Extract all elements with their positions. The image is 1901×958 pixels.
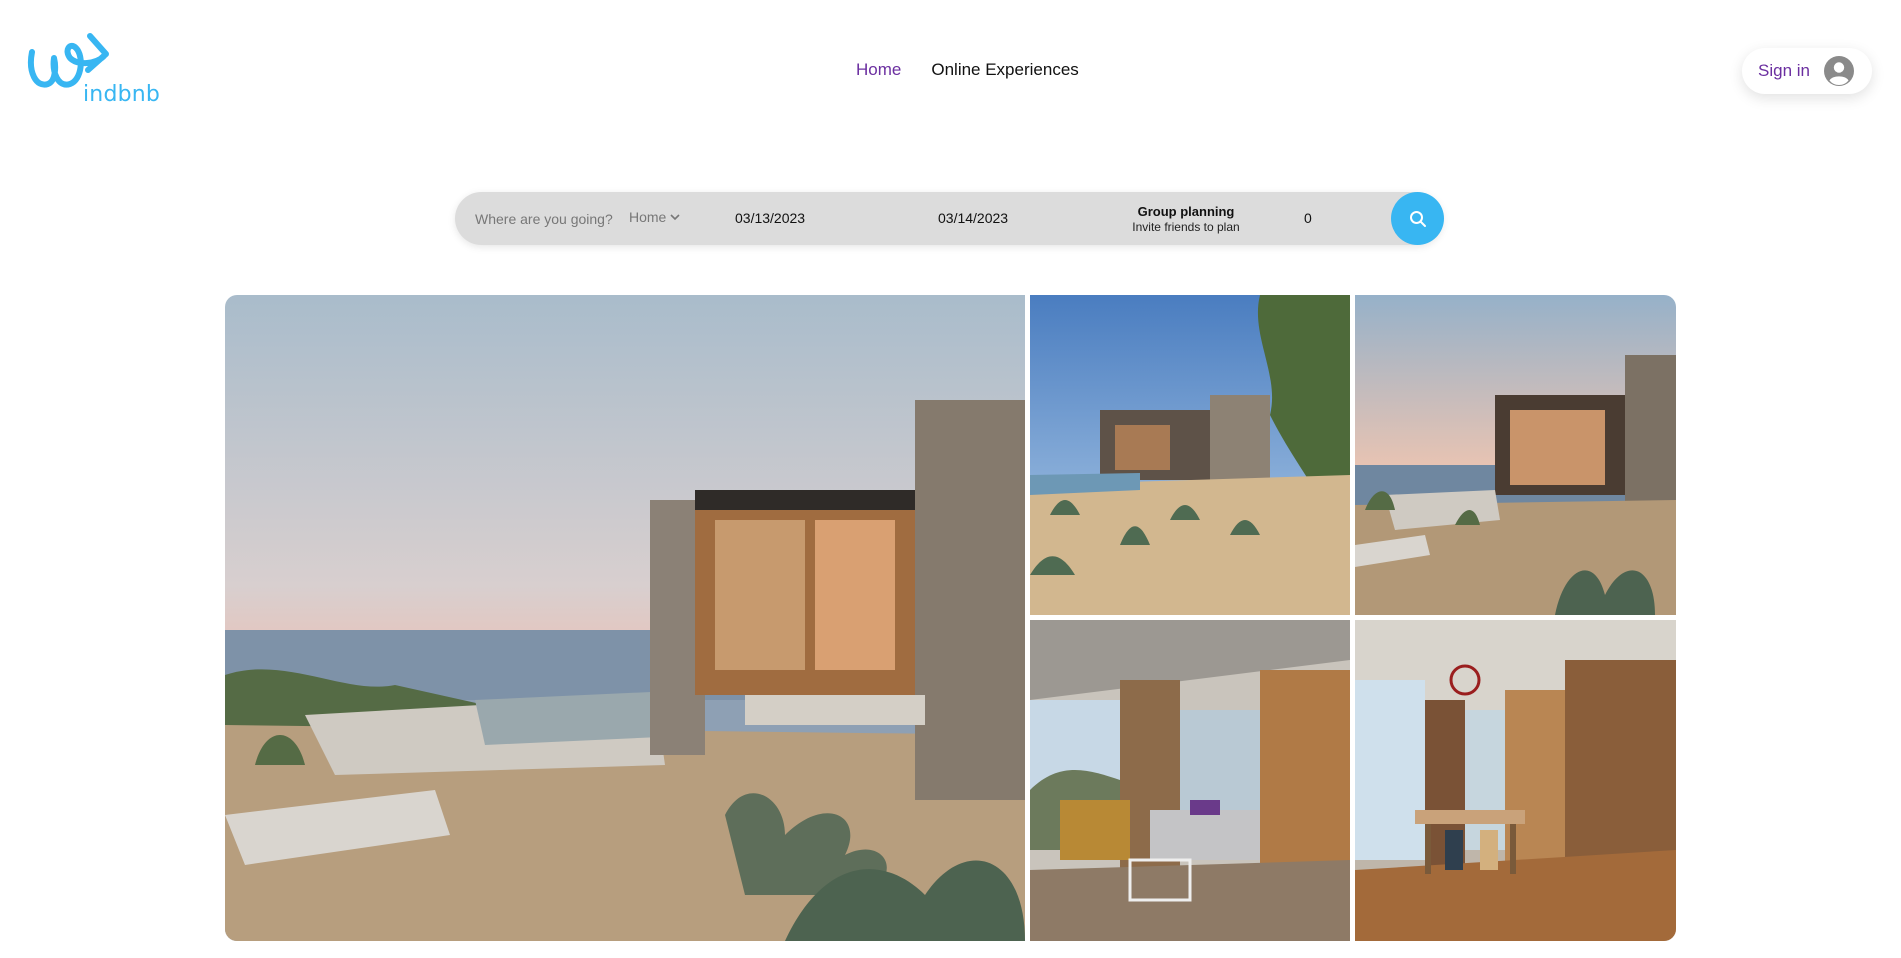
property-type-value: Home bbox=[629, 209, 667, 225]
gallery-photo-2[interactable] bbox=[1030, 295, 1350, 615]
gallery-photo-main[interactable] bbox=[225, 295, 1025, 941]
search-bar: Home 03/13/2023 03/14/2023 Group plannin… bbox=[455, 192, 1444, 245]
gallery-photo-3[interactable] bbox=[1355, 295, 1676, 615]
house-exterior-sunset-image bbox=[225, 295, 1025, 941]
guest-count-field[interactable]: 0 bbox=[1304, 210, 1312, 226]
living-room-image bbox=[1030, 620, 1350, 941]
dining-room-image bbox=[1355, 620, 1676, 941]
checkout-date-field[interactable]: 03/14/2023 bbox=[938, 210, 1008, 226]
user-avatar-icon bbox=[1823, 56, 1854, 86]
gallery-photo-4[interactable] bbox=[1030, 620, 1350, 941]
site-header: indbnb Home Online Experiences Sign in bbox=[0, 0, 1901, 140]
house-desert-garden-image bbox=[1030, 295, 1350, 615]
checkin-date-field[interactable]: 03/13/2023 bbox=[735, 210, 805, 226]
group-planning-subtitle: Invite friends to plan bbox=[1132, 220, 1240, 234]
gallery-photo-5[interactable] bbox=[1355, 620, 1676, 941]
house-pool-ocean-image bbox=[1355, 295, 1676, 615]
search-icon bbox=[1409, 210, 1426, 227]
sign-in-label: Sign in bbox=[1758, 61, 1810, 80]
search-button[interactable] bbox=[1391, 192, 1444, 245]
nav-home-link[interactable]: Home bbox=[856, 60, 901, 80]
main-nav: Home Online Experiences bbox=[856, 60, 1079, 80]
brand-logo[interactable]: indbnb bbox=[26, 26, 160, 110]
logo-text: indbnb bbox=[83, 82, 161, 107]
group-planning-title: Group planning bbox=[1137, 204, 1235, 219]
group-planning-button[interactable]: Group planning Invite friends to plan bbox=[1101, 204, 1271, 234]
sign-in-button[interactable]: Sign in bbox=[1742, 48, 1872, 94]
nav-online-experiences-link[interactable]: Online Experiences bbox=[931, 60, 1078, 80]
photo-gallery bbox=[225, 295, 1676, 941]
chevron-down-icon bbox=[670, 214, 680, 221]
destination-input[interactable] bbox=[475, 208, 617, 230]
property-type-select[interactable]: Home bbox=[629, 209, 680, 225]
